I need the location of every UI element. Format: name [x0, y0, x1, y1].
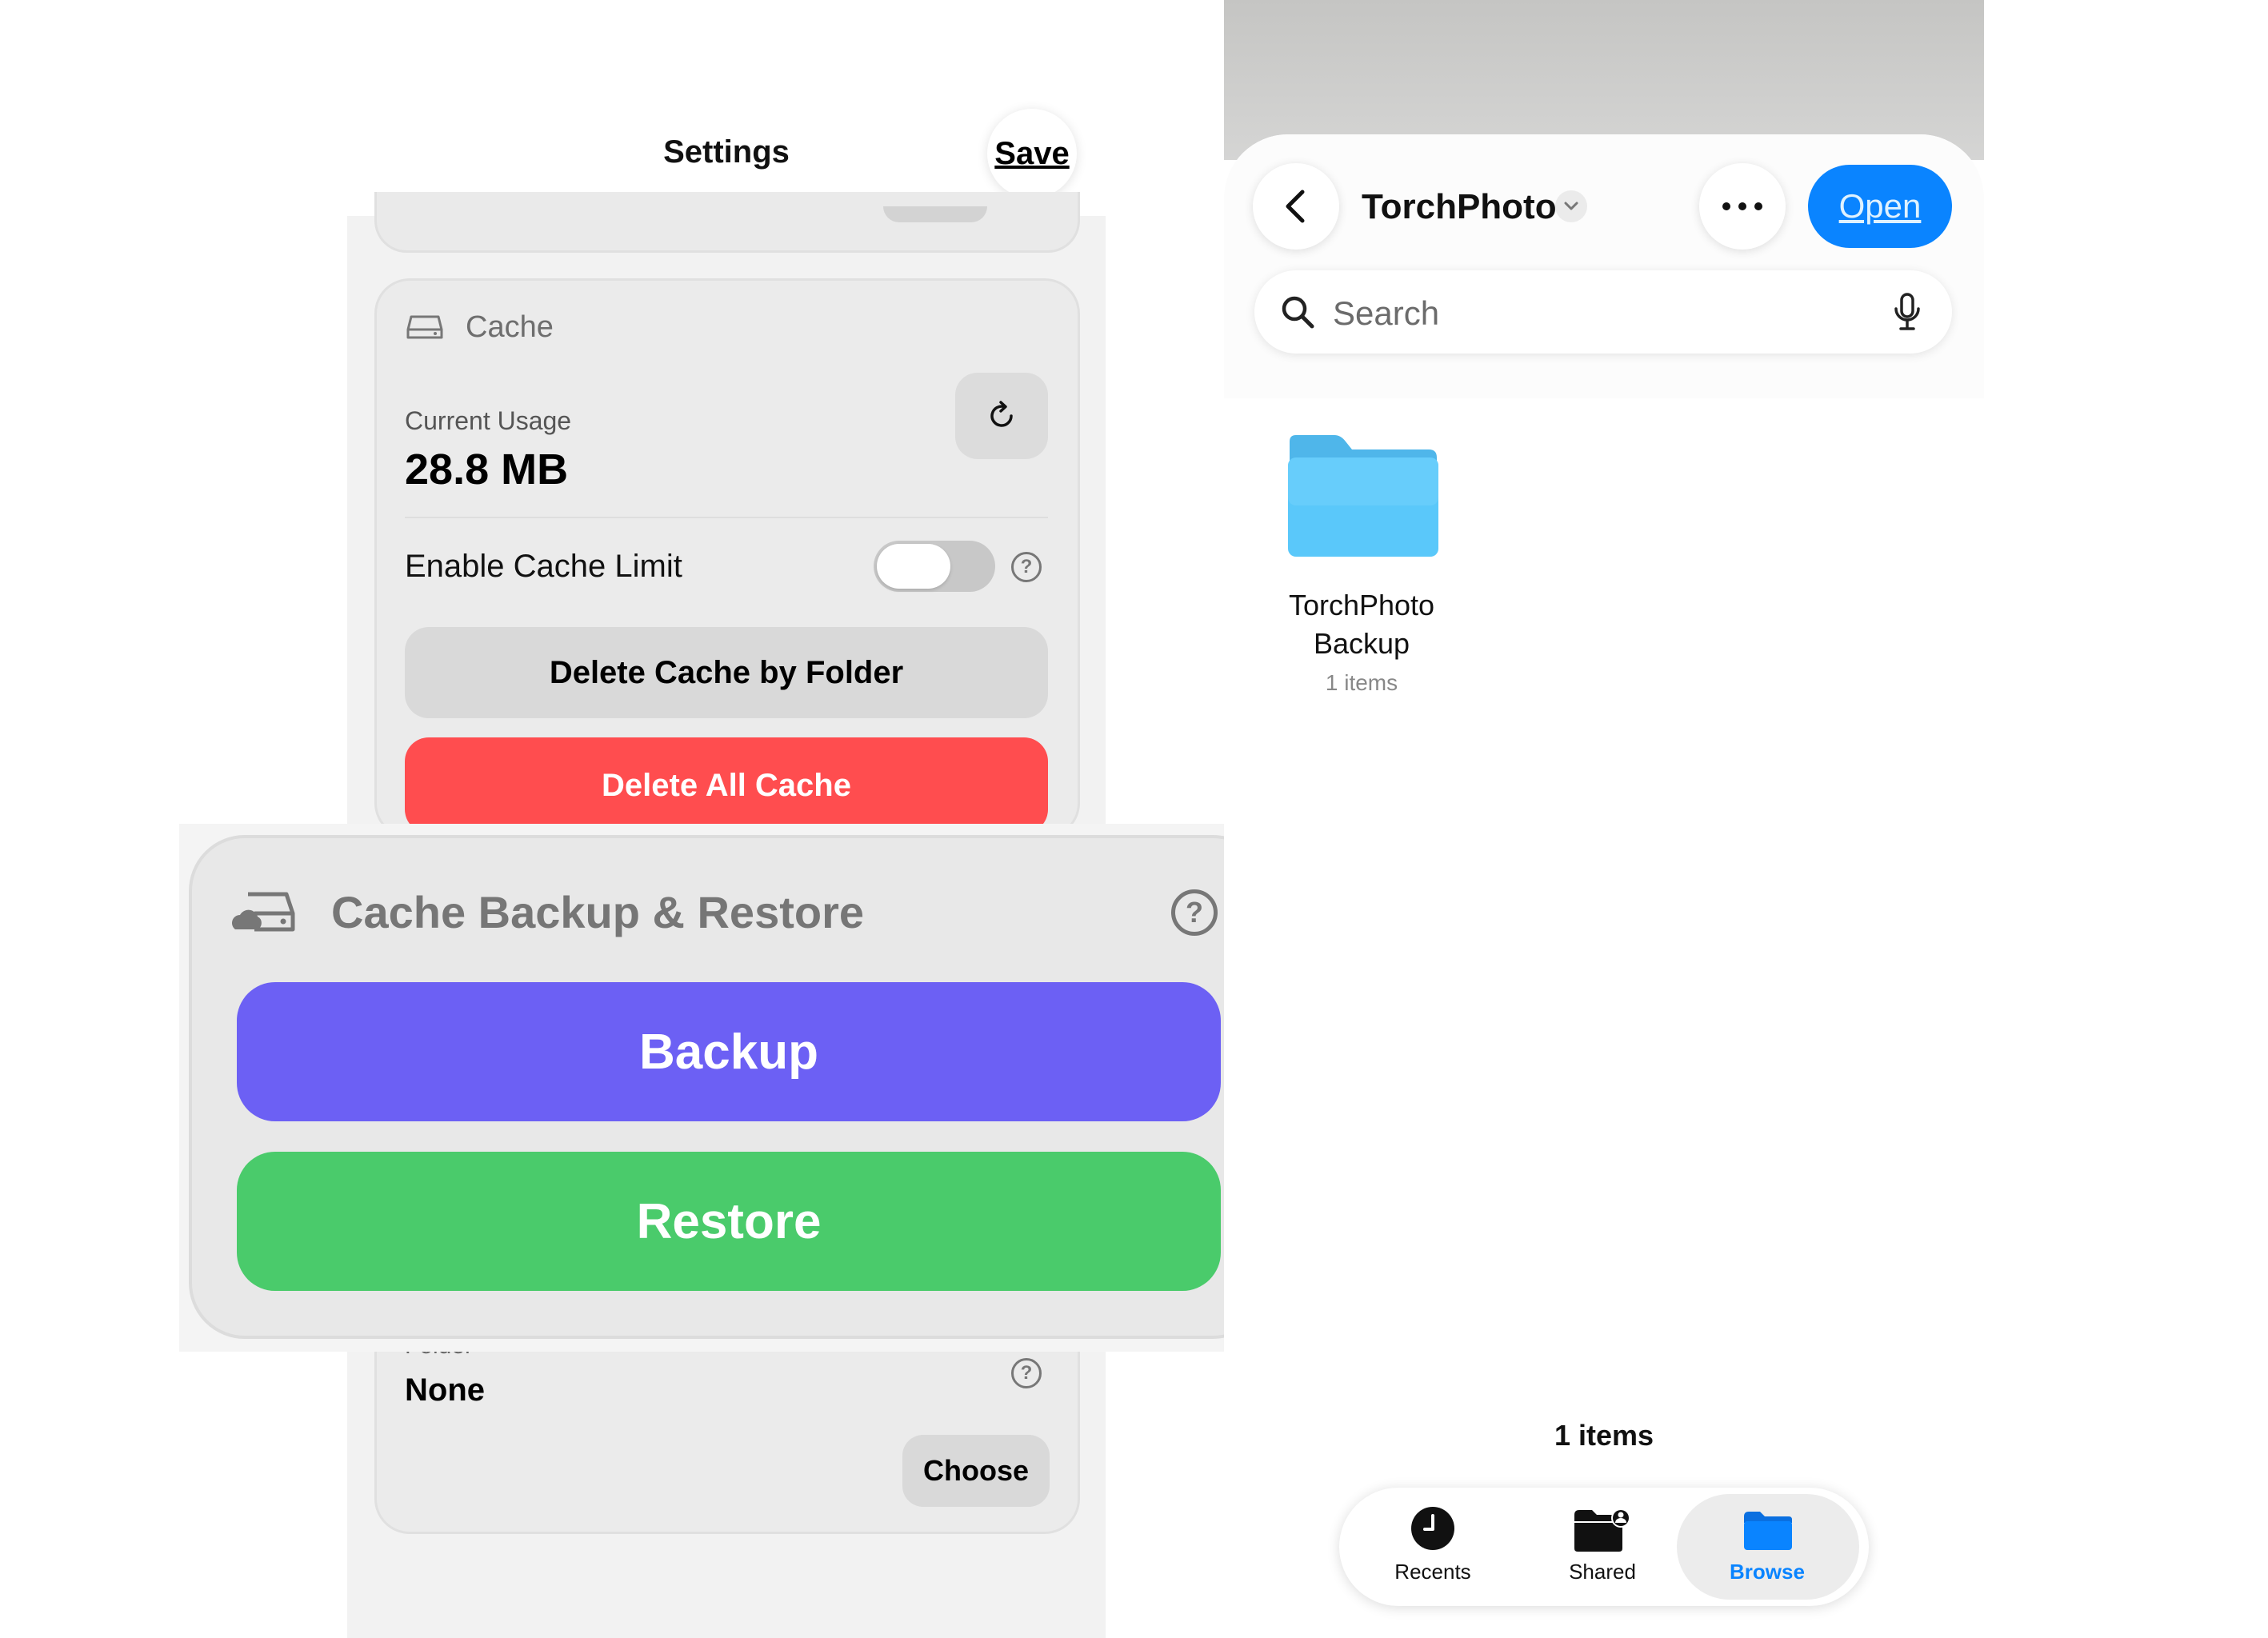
enable-cache-limit-label: Enable Cache Limit — [405, 549, 682, 584]
backup-button[interactable]: Backup — [237, 982, 1221, 1121]
tab-recents[interactable]: Recents — [1349, 1560, 1517, 1584]
folder-icon[interactable] — [1742, 1510, 1794, 1552]
back-button[interactable] — [1253, 163, 1339, 250]
drive-icon — [406, 315, 443, 339]
backup-help-icon[interactable]: ? — [1171, 889, 1218, 936]
current-usage-label: Current Usage — [405, 406, 572, 435]
shared-folder-icon[interactable] — [1573, 1507, 1632, 1553]
toggle-knob — [877, 544, 950, 589]
cache-limit-help-icon[interactable]: ? — [1011, 552, 1042, 582]
ellipsis-icon — [1722, 202, 1762, 210]
tab-shared[interactable]: Shared — [1518, 1560, 1686, 1584]
previous-card-toggle[interactable] — [883, 206, 987, 222]
cache-section-title: Cache — [466, 310, 554, 344]
refresh-icon — [990, 401, 1013, 427]
chevron-left-icon — [1286, 190, 1305, 223]
delete-cache-by-folder-button[interactable]: Delete Cache by Folder — [405, 627, 1048, 718]
refresh-button[interactable] — [955, 373, 1048, 459]
delete-all-cache-button[interactable]: Delete All Cache — [405, 737, 1048, 833]
folder-name: TorchPhoto — [1288, 589, 1435, 621]
search-icon — [1282, 296, 1314, 329]
current-usage-value: 28.8 MB — [405, 445, 569, 493]
open-button[interactable]: Open — [1808, 165, 1952, 248]
folder-icon — [1288, 435, 1438, 557]
cache-divider — [405, 517, 1048, 518]
more-button[interactable] — [1699, 163, 1786, 250]
folder-name-line2: Backup — [1313, 627, 1410, 660]
folder-value: None — [405, 1372, 485, 1408]
clock-icon[interactable] — [1410, 1505, 1456, 1552]
location-title[interactable]: TorchPhoto — [1362, 187, 1557, 227]
chevron-down-icon[interactable] — [1555, 190, 1587, 222]
choose-folder-button[interactable]: Choose — [902, 1435, 1050, 1507]
items-count: 1 items — [1554, 1419, 1654, 1452]
microphone-icon[interactable] — [1893, 293, 1922, 331]
search-placeholder: Search — [1333, 294, 1440, 332]
save-button[interactable]: Save — [987, 109, 1077, 198]
backup-restore-title: Cache Backup & Restore — [331, 887, 865, 937]
previous-settings-card — [374, 192, 1080, 253]
restore-button[interactable]: Restore — [237, 1152, 1221, 1291]
folder-help-icon[interactable]: ? — [1011, 1358, 1042, 1388]
folder-item-count: 1 items — [1325, 670, 1398, 695]
cloud-drive-icon — [232, 892, 295, 932]
settings-header — [347, 0, 1106, 216]
tab-browse[interactable]: Browse — [1683, 1560, 1851, 1584]
